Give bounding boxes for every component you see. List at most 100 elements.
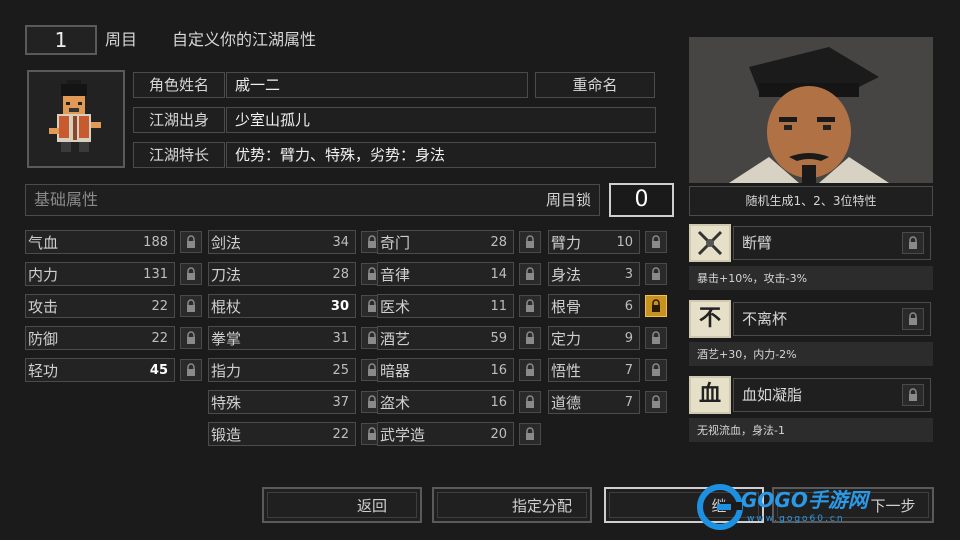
lock-icon [909,388,917,401]
trait-label-box: 江湖特长 [133,142,225,168]
attr-lock-button[interactable] [180,295,202,317]
attr-lock-button[interactable] [180,231,202,253]
attr-row[interactable]: 道德 7 [548,390,640,414]
trait-desc: 酒艺+30，内力-2% [697,347,797,361]
attr-row[interactable]: 根骨 6 [548,294,640,318]
trait-name-box: 血如凝脂 [733,378,931,412]
attr-lock-button[interactable] [180,263,202,285]
attr-row[interactable]: 内力 131 [25,262,175,286]
attr-row[interactable]: 锻造 22 [208,422,356,446]
attr-value: 34 [332,234,349,250]
attr-row[interactable]: 拳掌 31 [208,326,356,350]
attr-lock-button[interactable] [645,391,667,413]
trait-lock-button[interactable] [902,308,924,330]
gogo-logo-icon [697,484,743,530]
attr-lock-button[interactable] [519,231,541,253]
attr-row[interactable]: 指力 25 [208,358,356,382]
attr-lock-button[interactable] [519,423,541,445]
lock-icon [187,299,195,312]
attr-lock-button[interactable] [519,263,541,285]
trait-label: 江湖特长 [148,145,209,164]
watermark: GOGO手游网 www.gogo60.cn [697,482,877,532]
attr-name: 悟性 [551,361,582,380]
attr-lock-button[interactable] [645,263,667,285]
attr-lock-button[interactable] [645,231,667,253]
attr-row[interactable]: 暗器 16 [377,358,514,382]
trait-entry-3[interactable]: 血 血如凝脂 无视流血，身法-1 [689,376,933,442]
attr-value: 22 [151,298,168,314]
assign-label: 指定分配 [511,496,572,515]
avatar [49,80,101,152]
trait-entry-1[interactable]: 断臂 暴击+10%，攻击-3% [689,224,933,290]
attr-name: 剑法 [211,233,242,252]
lock-icon [909,312,917,325]
trait-lock-button[interactable] [902,384,924,406]
attr-row[interactable]: 防御 22 [25,326,175,350]
rename-button[interactable]: 重命名 [535,72,655,98]
attr-row[interactable]: 酒艺 59 [377,326,514,350]
attr-value: 188 [143,234,168,250]
attr-row[interactable]: 武学造 20 [377,422,514,446]
cycle-lock-value-box[interactable]: 0 [609,183,674,217]
attr-row[interactable]: 身法 3 [548,262,640,286]
attr-row[interactable]: 特殊 37 [208,390,356,414]
attr-row[interactable]: 定力 9 [548,326,640,350]
attr-row[interactable]: 悟性 7 [548,358,640,382]
attr-value: 7 [624,362,633,378]
back-label: 返回 [356,496,387,515]
attr-lock-button[interactable] [645,295,667,317]
attr-value: 131 [143,266,168,282]
broken-arm-icon [689,224,731,262]
page-title: 自定义你的江湖属性 [172,30,317,49]
attr-value: 16 [490,362,507,378]
attr-lock-button[interactable] [645,327,667,349]
attr-lock-button[interactable] [645,359,667,381]
lock-icon [652,395,660,408]
lock-icon [652,235,660,248]
trait-entry-2[interactable]: 不 不离杯 酒艺+30，内力-2% [689,300,933,366]
trait-field: 优势：臂力、特殊，劣势：身法 [226,142,656,168]
attr-name: 刀法 [211,265,242,284]
attr-row[interactable]: 剑法 34 [208,230,356,254]
attr-lock-button[interactable] [180,327,202,349]
attr-lock-button[interactable] [519,359,541,381]
attr-row[interactable]: 音律 14 [377,262,514,286]
attr-value: 30 [330,298,349,314]
attr-row[interactable]: 奇门 28 [377,230,514,254]
attr-row[interactable]: 医术 11 [377,294,514,318]
trait-desc-box: 酒艺+30，内力-2% [689,342,933,366]
cycle-number-box: 1 [25,25,97,55]
name-field[interactable]: 戚一二 [226,72,528,98]
base-attrs-bar: 基础属性 周目锁 [25,184,600,216]
assign-button[interactable]: 指定分配 [432,487,592,523]
trait-name: 血如凝脂 [742,385,803,404]
attr-lock-button[interactable] [519,295,541,317]
attr-name: 定力 [551,329,582,348]
attr-lock-button[interactable] [180,359,202,381]
attr-name: 武学造 [380,425,426,444]
attr-row[interactable]: 攻击 22 [25,294,175,318]
attr-row[interactable]: 气血 188 [25,230,175,254]
attr-lock-button[interactable] [519,327,541,349]
attr-row[interactable]: 盗术 16 [377,390,514,414]
trait-name: 不离杯 [742,309,788,328]
lock-icon [652,267,660,280]
attr-row[interactable]: 臂力 10 [548,230,640,254]
trait-desc: 暴击+10%，攻击-3% [697,271,808,285]
attr-lock-button[interactable] [519,391,541,413]
lock-icon [652,363,660,376]
watermark-brand: GOGO手游网 [741,488,868,512]
cycle-number: 1 [54,28,68,52]
attr-name: 奇门 [380,233,411,252]
lock-icon [526,395,534,408]
attr-name: 特殊 [211,393,242,412]
trait-desc-box: 暴击+10%，攻击-3% [689,266,933,290]
attr-value: 10 [616,234,633,250]
attr-row[interactable]: 刀法 28 [208,262,356,286]
trait-lock-button[interactable] [902,232,924,254]
origin-label: 江湖出身 [148,110,209,129]
lock-icon [526,363,534,376]
attr-row[interactable]: 棍杖 30 [208,294,356,318]
back-button[interactable]: 返回 [262,487,422,523]
attr-row[interactable]: 轻功 45 [25,358,175,382]
